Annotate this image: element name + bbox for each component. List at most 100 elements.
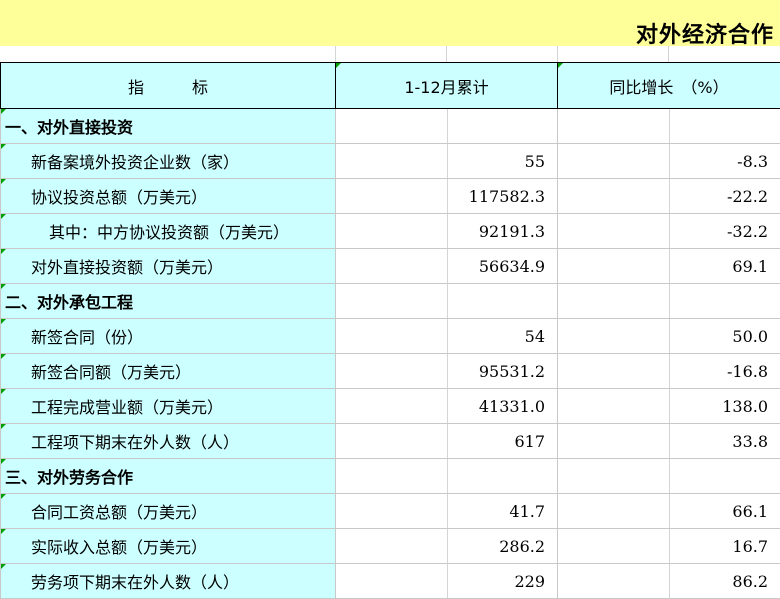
gridline [446, 389, 448, 423]
gridline [669, 494, 671, 528]
data-table: 指 标 1-12月累计 同比增长 （%） 一、对外直接投资新备案境外投资企业数（… [0, 62, 780, 599]
row-label-cell[interactable]: 协议投资总额（万美元） [0, 178, 336, 214]
growth-value-cell[interactable] [557, 283, 780, 319]
gridline [446, 109, 448, 143]
table-row: 工程项下期末在外人数（人） 617 33.8 [0, 423, 780, 459]
growth-value-cell[interactable]: 86.2 [557, 563, 780, 599]
growth-value-cell[interactable] [557, 108, 780, 144]
row-label: 协议投资总额（万美元） [31, 188, 208, 207]
growth-value-cell[interactable]: 33.8 [557, 423, 780, 459]
cumulative-value-cell[interactable]: 54 [334, 318, 559, 354]
growth-value-cell[interactable]: 66.1 [557, 493, 780, 529]
growth-value: 33.8 [732, 431, 769, 451]
blank-row [0, 46, 780, 62]
row-label-cell[interactable]: 新签合同额（万美元） [0, 353, 336, 389]
row-label-cell[interactable]: 合同工资总额（万美元） [0, 493, 336, 529]
row-label: 实际收入总额（万美元） [31, 538, 208, 557]
table-row: 工程完成营业额（万美元） 41331.0 138.0 [0, 388, 780, 424]
growth-value: 69.1 [732, 256, 769, 276]
cell-marker [1, 424, 6, 429]
gridline [669, 459, 671, 493]
row-label: 三、对外劳务合作 [5, 468, 134, 487]
row-label-cell[interactable]: 工程项下期末在外人数（人） [0, 423, 336, 459]
gridline [446, 46, 447, 62]
growth-value-cell[interactable] [557, 458, 780, 494]
header-indicator[interactable]: 指 标 [0, 62, 336, 109]
row-label-cell[interactable]: 新备案境外投资企业数（家） [0, 143, 336, 179]
table-row: 其中：中方协议投资额（万美元） 92191.3 -32.2 [0, 213, 780, 249]
growth-value-cell[interactable]: 50.0 [557, 318, 780, 354]
row-label-cell[interactable]: 对外直接投资额（万美元） [0, 248, 336, 284]
gridline [669, 319, 671, 353]
cumulative-value-cell[interactable]: 92191.3 [334, 213, 559, 249]
table-row: 新备案境外投资企业数（家） 55 -8.3 [0, 143, 780, 179]
row-label: 新签合同额（万美元） [31, 363, 192, 382]
cumulative-value-cell[interactable]: 286.2 [334, 528, 559, 564]
cumulative-value-cell[interactable]: 95531.2 [334, 353, 559, 389]
row-label-cell[interactable]: 实际收入总额（万美元） [0, 528, 336, 564]
gridline [335, 46, 336, 62]
cumulative-value: 56634.9 [478, 256, 546, 276]
cell-marker [1, 109, 6, 114]
cumulative-value-cell[interactable] [334, 108, 559, 144]
table-row: 劳务项下期末在外人数（人） 229 86.2 [0, 563, 780, 599]
growth-value-cell[interactable]: -16.8 [557, 353, 780, 389]
row-label-cell[interactable]: 二、对外承包工程 [0, 283, 336, 319]
header-cumulative[interactable]: 1-12月累计 [334, 62, 559, 109]
gridline [669, 214, 671, 248]
cell-marker [1, 564, 6, 569]
cumulative-value-cell[interactable]: 617 [334, 423, 559, 459]
row-label: 一、对外直接投资 [5, 118, 134, 137]
spreadsheet-sheet: 对外经济合作 指 标 1-12月累计 同比增长 （%） 一、对外直接投资新备案境… [0, 0, 780, 599]
cell-marker [1, 249, 6, 254]
growth-value: 66.1 [732, 501, 769, 521]
growth-value: 86.2 [732, 571, 769, 591]
cumulative-value-cell[interactable]: 41.7 [334, 493, 559, 529]
growth-value: 50.0 [732, 326, 769, 346]
cumulative-value: 41.7 [509, 501, 546, 521]
cumulative-value-cell[interactable] [334, 283, 559, 319]
cumulative-value: 617 [514, 431, 546, 451]
growth-value: -32.2 [726, 221, 769, 241]
growth-value-cell[interactable]: -8.3 [557, 143, 780, 179]
cumulative-value-cell[interactable]: 55 [334, 143, 559, 179]
cumulative-value-cell[interactable]: 41331.0 [334, 388, 559, 424]
growth-value-cell[interactable]: -22.2 [557, 178, 780, 214]
gridline [446, 494, 448, 528]
row-label: 二、对外承包工程 [5, 293, 134, 312]
cell-marker [1, 284, 6, 289]
gridline [669, 354, 671, 388]
row-label-cell[interactable]: 其中：中方协议投资额（万美元） [0, 213, 336, 249]
row-label-cell[interactable]: 三、对外劳务合作 [0, 458, 336, 494]
row-label-cell[interactable]: 工程完成营业额（万美元） [0, 388, 336, 424]
growth-value-cell[interactable]: 16.7 [557, 528, 780, 564]
table-row: 协议投资总额（万美元） 117582.3 -22.2 [0, 178, 780, 214]
table-row: 新签合同额（万美元） 95531.2 -16.8 [0, 353, 780, 389]
cell-marker [1, 179, 6, 184]
title-band: 对外经济合作 [0, 0, 780, 48]
gridline [446, 144, 448, 178]
row-label-cell[interactable]: 一、对外直接投资 [0, 108, 336, 144]
row-label: 对外直接投资额（万美元） [31, 258, 224, 277]
cumulative-value-cell[interactable]: 117582.3 [334, 178, 559, 214]
row-label-cell[interactable]: 劳务项下期末在外人数（人） [0, 563, 336, 599]
cell-marker [1, 354, 6, 359]
gridline [446, 284, 448, 318]
growth-value-cell[interactable]: -32.2 [557, 213, 780, 249]
cell-marker [1, 389, 6, 394]
table-row: 一、对外直接投资 [0, 108, 780, 144]
cumulative-value-cell[interactable]: 229 [334, 563, 559, 599]
cumulative-value-cell[interactable]: 56634.9 [334, 248, 559, 284]
row-label-cell[interactable]: 新签合同（份） [0, 318, 336, 354]
header-indicator-label: 指 标 [127, 77, 208, 97]
cell-marker [1, 319, 6, 324]
row-label: 新签合同（份） [31, 328, 144, 347]
growth-value-cell[interactable]: 69.1 [557, 248, 780, 284]
cell-marker [336, 63, 341, 68]
cumulative-value-cell[interactable] [334, 458, 559, 494]
growth-value-cell[interactable]: 138.0 [557, 388, 780, 424]
gridline [669, 284, 671, 318]
gridline [446, 319, 448, 353]
header-growth[interactable]: 同比增长 （%） [557, 62, 780, 109]
gridline [669, 564, 671, 598]
